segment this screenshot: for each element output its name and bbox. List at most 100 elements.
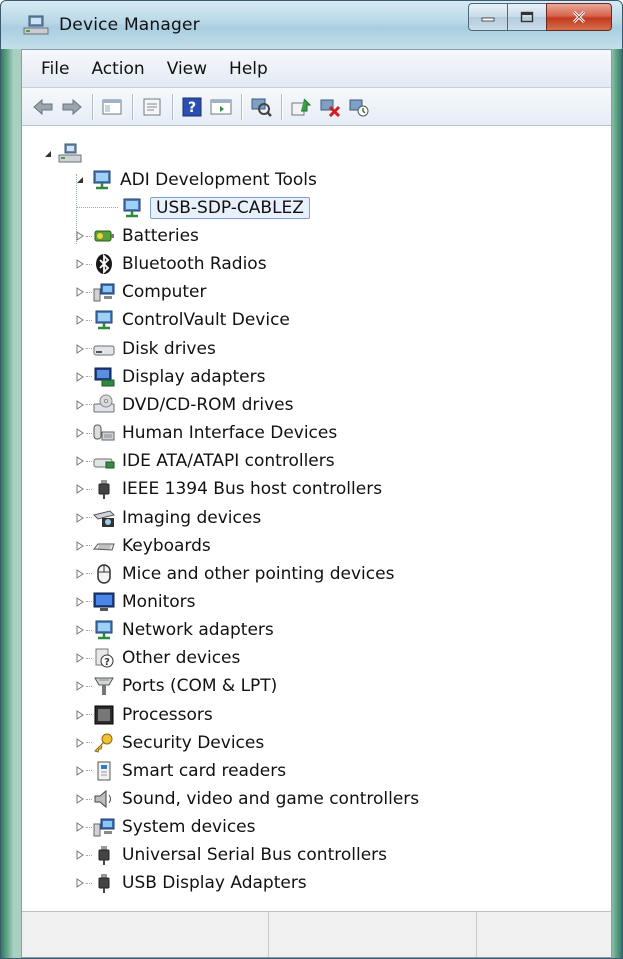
expand-arrow-icon[interactable] bbox=[74, 568, 86, 580]
tree-category-node[interactable]: Display adapters bbox=[74, 364, 265, 390]
expand-arrow-icon[interactable] bbox=[74, 765, 86, 777]
tree-category-node[interactable]: Processors bbox=[74, 702, 213, 728]
expand-arrow-icon[interactable] bbox=[74, 849, 86, 861]
network-device-icon bbox=[90, 169, 114, 191]
menu-file[interactable]: File bbox=[30, 50, 80, 88]
toolbar-separator bbox=[281, 93, 282, 120]
expand-arrow-icon[interactable] bbox=[74, 737, 86, 749]
uninstall-device-icon bbox=[349, 99, 369, 116]
tree-category-node[interactable]: Disk drives bbox=[74, 336, 216, 362]
usb-controller-icon bbox=[92, 844, 116, 866]
expand-arrow-icon[interactable] bbox=[74, 258, 86, 270]
tree-category-node[interactable]: USB Display Adapters bbox=[74, 870, 307, 896]
tree-category-node[interactable]: DVD/CD-ROM drives bbox=[74, 392, 293, 418]
toolbar: ? bbox=[22, 88, 611, 126]
toolbar-separator bbox=[92, 93, 93, 120]
tree-category-node[interactable]: Network adapters bbox=[74, 617, 274, 643]
expand-arrow-icon[interactable] bbox=[74, 314, 86, 326]
properties-button[interactable] bbox=[139, 94, 165, 120]
disable-device-button[interactable] bbox=[317, 94, 343, 120]
expand-arrow-icon[interactable] bbox=[74, 399, 86, 411]
expand-arrow-icon[interactable] bbox=[74, 877, 86, 889]
close-button[interactable] bbox=[546, 3, 612, 31]
tree-category-node[interactable]: Batteries bbox=[74, 223, 199, 249]
tree-node-label: System devices bbox=[122, 817, 256, 838]
tree-category-node[interactable]: Keyboards bbox=[74, 533, 211, 559]
tree-category-node[interactable]: Ports (COM & LPT) bbox=[74, 673, 277, 699]
collapse-arrow-icon[interactable] bbox=[74, 174, 86, 186]
expand-arrow-icon[interactable] bbox=[74, 455, 86, 467]
svg-text:?: ? bbox=[104, 657, 110, 668]
tree-category-node[interactable]: Monitors bbox=[74, 589, 195, 615]
expand-arrow-icon[interactable] bbox=[74, 427, 86, 439]
collapse-arrow-icon[interactable] bbox=[42, 148, 54, 160]
device-tree[interactable]: ADI Development Tools USB-SDP-CABLEZ Bat… bbox=[22, 127, 611, 911]
expand-arrow-icon[interactable] bbox=[74, 286, 86, 298]
tree-category-node[interactable]: Computer bbox=[74, 279, 207, 305]
computer-icon bbox=[92, 281, 116, 303]
expand-arrow-icon[interactable] bbox=[74, 230, 86, 242]
tree-category-node[interactable]: Security Devices bbox=[74, 730, 264, 756]
scan-hardware-button[interactable] bbox=[248, 94, 274, 120]
scan-hardware-icon bbox=[251, 98, 272, 117]
device-manager-icon bbox=[23, 15, 49, 37]
expand-arrow-icon[interactable] bbox=[74, 680, 86, 692]
menu-help[interactable]: Help bbox=[218, 50, 279, 88]
expand-arrow-icon[interactable] bbox=[74, 821, 86, 833]
disable-device-icon bbox=[320, 99, 341, 117]
tree-node-label: DVD/CD-ROM drives bbox=[122, 394, 294, 415]
expand-arrow-icon[interactable] bbox=[74, 596, 86, 608]
expand-arrow-icon[interactable] bbox=[74, 652, 86, 664]
expand-arrow-icon[interactable] bbox=[74, 512, 86, 524]
help-button[interactable]: ? bbox=[179, 94, 205, 120]
selected-device-label: USB-SDP-CABLEZ bbox=[150, 197, 310, 219]
menu-view[interactable]: View bbox=[156, 50, 218, 88]
expand-arrow-icon[interactable] bbox=[74, 371, 86, 383]
maximize-icon bbox=[520, 11, 534, 23]
tree-category-node[interactable]: Bluetooth Radios bbox=[74, 251, 267, 277]
forward-button[interactable] bbox=[59, 94, 85, 120]
expand-arrow-icon[interactable] bbox=[74, 540, 86, 552]
battery-icon bbox=[92, 225, 116, 247]
imaging-device-icon bbox=[92, 507, 116, 529]
tree-category-node[interactable]: Mice and other pointing devices bbox=[74, 561, 394, 587]
tree-category-node[interactable]: Human Interface Devices bbox=[74, 420, 337, 446]
tree-category-node[interactable]: ControlVault Device bbox=[74, 307, 290, 333]
tree-node-label: Universal Serial Bus controllers bbox=[122, 845, 388, 866]
expand-arrow-icon[interactable] bbox=[74, 793, 86, 805]
monitor-icon bbox=[92, 591, 116, 613]
expand-arrow-icon[interactable] bbox=[74, 483, 86, 495]
menu-action[interactable]: Action bbox=[80, 50, 155, 88]
expand-arrow-icon[interactable] bbox=[74, 709, 86, 721]
expand-arrow-icon[interactable] bbox=[74, 624, 86, 636]
title-bar[interactable]: Device Manager bbox=[1, 1, 622, 49]
action-pane-button[interactable] bbox=[208, 94, 234, 120]
tree-root-node[interactable] bbox=[42, 141, 88, 167]
tree-node-label: Security Devices bbox=[122, 732, 265, 753]
tree-category-node[interactable]: IDE ATA/ATAPI controllers bbox=[74, 448, 335, 474]
back-button[interactable] bbox=[30, 94, 56, 120]
tree-category-node[interactable]: Sound, video and game controllers bbox=[74, 786, 419, 812]
ide-controller-icon bbox=[92, 450, 116, 472]
tree-category-node[interactable]: Universal Serial Bus controllers bbox=[74, 842, 387, 868]
show-hide-tree-button[interactable] bbox=[99, 94, 125, 120]
tree-line bbox=[76, 207, 118, 208]
tree-category-node[interactable]: Imaging devices bbox=[74, 505, 261, 531]
tree-category-node[interactable]: ? Other devices bbox=[74, 645, 240, 671]
tree-node-label: Computer bbox=[122, 282, 207, 303]
ieee1394-icon bbox=[92, 478, 116, 500]
expand-arrow-icon[interactable] bbox=[74, 343, 86, 355]
tree-node-usb-sdp-cablez[interactable]: USB-SDP-CABLEZ bbox=[120, 195, 310, 221]
properties-icon bbox=[143, 98, 161, 115]
tree-category-node[interactable]: IEEE 1394 Bus host controllers bbox=[74, 476, 382, 502]
tree-node-label: Bluetooth Radios bbox=[122, 254, 267, 275]
minimize-button[interactable] bbox=[468, 3, 508, 31]
tree-node-adi-development-tools[interactable]: ADI Development Tools bbox=[74, 167, 317, 193]
uninstall-device-button[interactable] bbox=[346, 94, 372, 120]
status-pane bbox=[269, 912, 477, 957]
tree-category-node[interactable]: Smart card readers bbox=[74, 758, 286, 784]
update-driver-button[interactable] bbox=[288, 94, 314, 120]
maximize-button[interactable] bbox=[507, 3, 547, 31]
tree-node-label: Keyboards bbox=[122, 535, 211, 556]
tree-category-node[interactable]: System devices bbox=[74, 814, 256, 840]
